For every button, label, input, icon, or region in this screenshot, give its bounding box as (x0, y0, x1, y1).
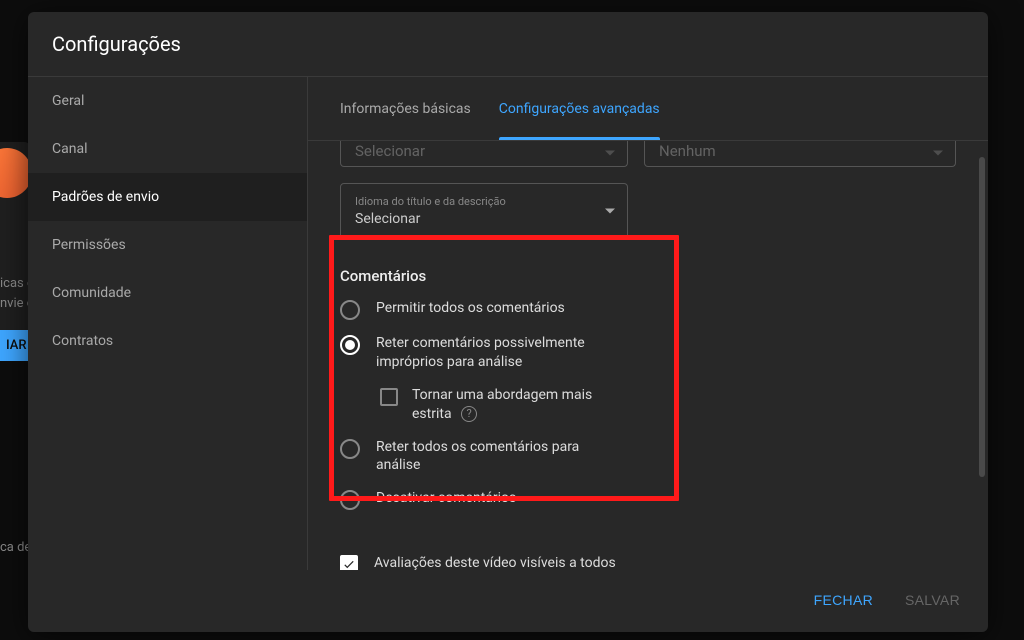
radio-label: Reter todos os comentários para análise (376, 438, 606, 476)
radio-hold-all[interactable]: Reter todos os comentários para análise (340, 438, 956, 476)
radio-icon (340, 490, 360, 510)
select-partial-left[interactable]: Selecionar (340, 141, 628, 167)
tab-basicas[interactable]: Informações básicas (340, 77, 471, 140)
comments-section: Comentários Permitir todos os comentário… (340, 243, 956, 520)
settings-panel[interactable]: Selecionar Nenhum Idioma do título e da … (308, 141, 988, 570)
settings-sidebar: Geral Canal Padrões de envio Permissões … (28, 77, 308, 570)
comments-radio-group: Permitir todos os comentários Reter come… (340, 299, 956, 510)
select-value: Selecionar (355, 142, 613, 160)
sidebar-item-padroes-envio[interactable]: Padrões de envio (28, 173, 307, 221)
radio-allow-all[interactable]: Permitir todos os comentários (340, 299, 956, 320)
comments-section-title: Comentários (340, 267, 956, 285)
modal-footer: FECHAR SALVAR (28, 570, 988, 632)
checkbox-icon (380, 388, 398, 406)
sidebar-item-contratos[interactable]: Contratos (28, 317, 307, 365)
sidebar-item-comunidade[interactable]: Comunidade (28, 269, 307, 317)
settings-modal: Configurações Geral Canal Padrões de env… (28, 12, 988, 632)
select-value: Selecionar (355, 211, 613, 227)
radio-icon (340, 300, 360, 320)
checkbox-label-text: Tornar uma abordagem mais estrita (412, 387, 592, 422)
save-button[interactable]: SALVAR (901, 584, 964, 616)
settings-content: Informações básicas Configurações avança… (308, 77, 988, 570)
background-text: ca de (0, 540, 31, 555)
select-language[interactable]: Idioma do título e da descrição Selecion… (340, 183, 628, 239)
chevron-down-icon (933, 151, 943, 156)
checkbox-label: Tornar uma abordagem mais estrita ? (412, 386, 612, 424)
checkbox-label: Avaliações deste vídeo visíveis a todos (374, 554, 616, 570)
sidebar-item-geral[interactable]: Geral (28, 77, 307, 125)
radio-hold-inappropriate[interactable]: Reter comentários possivelmente imprópri… (340, 334, 956, 372)
modal-body: Geral Canal Padrões de envio Permissões … (28, 77, 988, 570)
sidebar-item-canal[interactable]: Canal (28, 125, 307, 173)
tab-avancadas[interactable]: Configurações avançadas (499, 77, 660, 140)
chevron-down-icon (605, 209, 615, 214)
chevron-down-icon (605, 151, 615, 156)
tabs: Informações básicas Configurações avança… (308, 77, 988, 141)
radio-label: Reter comentários possivelmente imprópri… (376, 334, 606, 372)
radio-label: Desativar comentários (376, 489, 516, 508)
select-label: Idioma do título e da descrição (355, 195, 613, 208)
top-selects-row: Selecionar Nenhum (340, 141, 956, 167)
checkbox-ratings-visible[interactable]: Avaliações deste vídeo visíveis a todos (340, 554, 956, 570)
checkbox-icon (340, 555, 358, 570)
modal-title: Configurações (52, 32, 964, 56)
select-value: Nenhum (659, 142, 941, 160)
radio-label: Permitir todos os comentários (376, 299, 565, 318)
radio-icon (340, 335, 360, 355)
radio-icon (340, 439, 360, 459)
checkbox-strict[interactable]: Tornar uma abordagem mais estrita ? (380, 386, 956, 424)
sidebar-item-permissoes[interactable]: Permissões (28, 221, 307, 269)
select-partial-right[interactable]: Nenhum (644, 141, 956, 167)
scrollbar[interactable] (979, 157, 985, 477)
radio-disable[interactable]: Desativar comentários (340, 489, 956, 510)
close-button[interactable]: FECHAR (810, 584, 877, 616)
modal-header: Configurações (28, 12, 988, 77)
help-icon[interactable]: ? (461, 406, 477, 422)
